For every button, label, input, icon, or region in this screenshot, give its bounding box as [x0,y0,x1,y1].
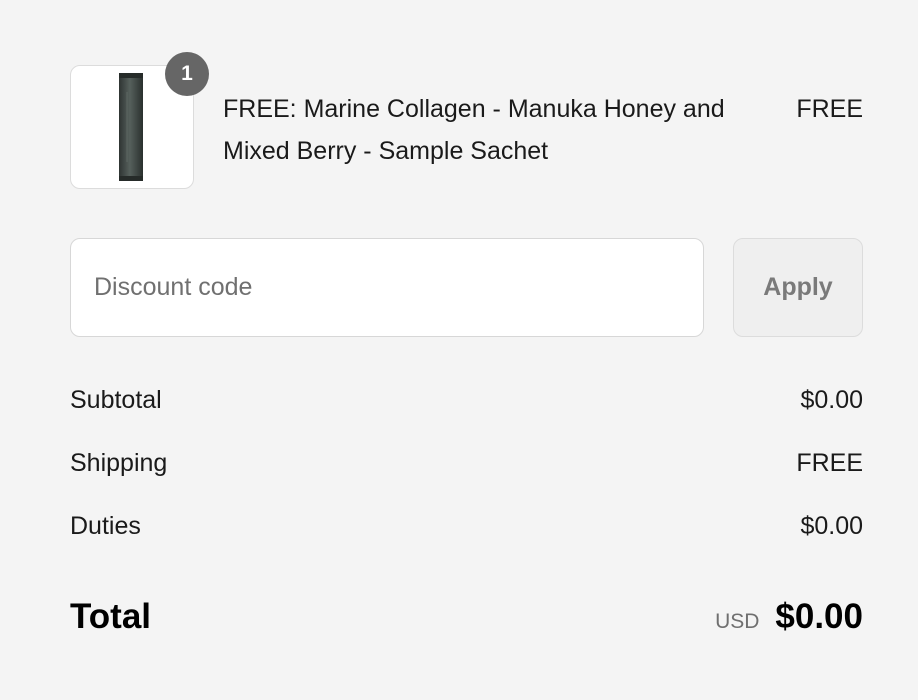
total-price: USD $0.00 [715,592,863,642]
subtotal-label: Subtotal [70,386,162,414]
total-label: Total [70,597,152,636]
sachet-product-image [119,73,143,181]
total-amount: $0.00 [775,597,863,636]
duties-label: Duties [70,512,141,540]
duties-value: $0.00 [800,512,863,540]
duties-row: Duties $0.00 [70,508,863,544]
shipping-value: FREE [796,449,863,477]
total-row: Total USD $0.00 [70,592,863,642]
apply-discount-button[interactable]: Apply [733,238,863,337]
shipping-label: Shipping [70,449,168,477]
product-price: FREE [796,95,863,123]
discount-code-input[interactable] [70,238,704,337]
quantity-badge: 1 [165,52,209,96]
line-item: 1 FREE: Marine Collagen - Manuka Honey a… [70,52,863,192]
shipping-row: Shipping FREE [70,445,863,481]
subtotal-value: $0.00 [800,386,863,414]
total-currency: USD [715,610,760,633]
product-name: FREE: Marine Collagen - Manuka Honey and… [223,95,725,165]
subtotal-row: Subtotal $0.00 [70,382,863,418]
